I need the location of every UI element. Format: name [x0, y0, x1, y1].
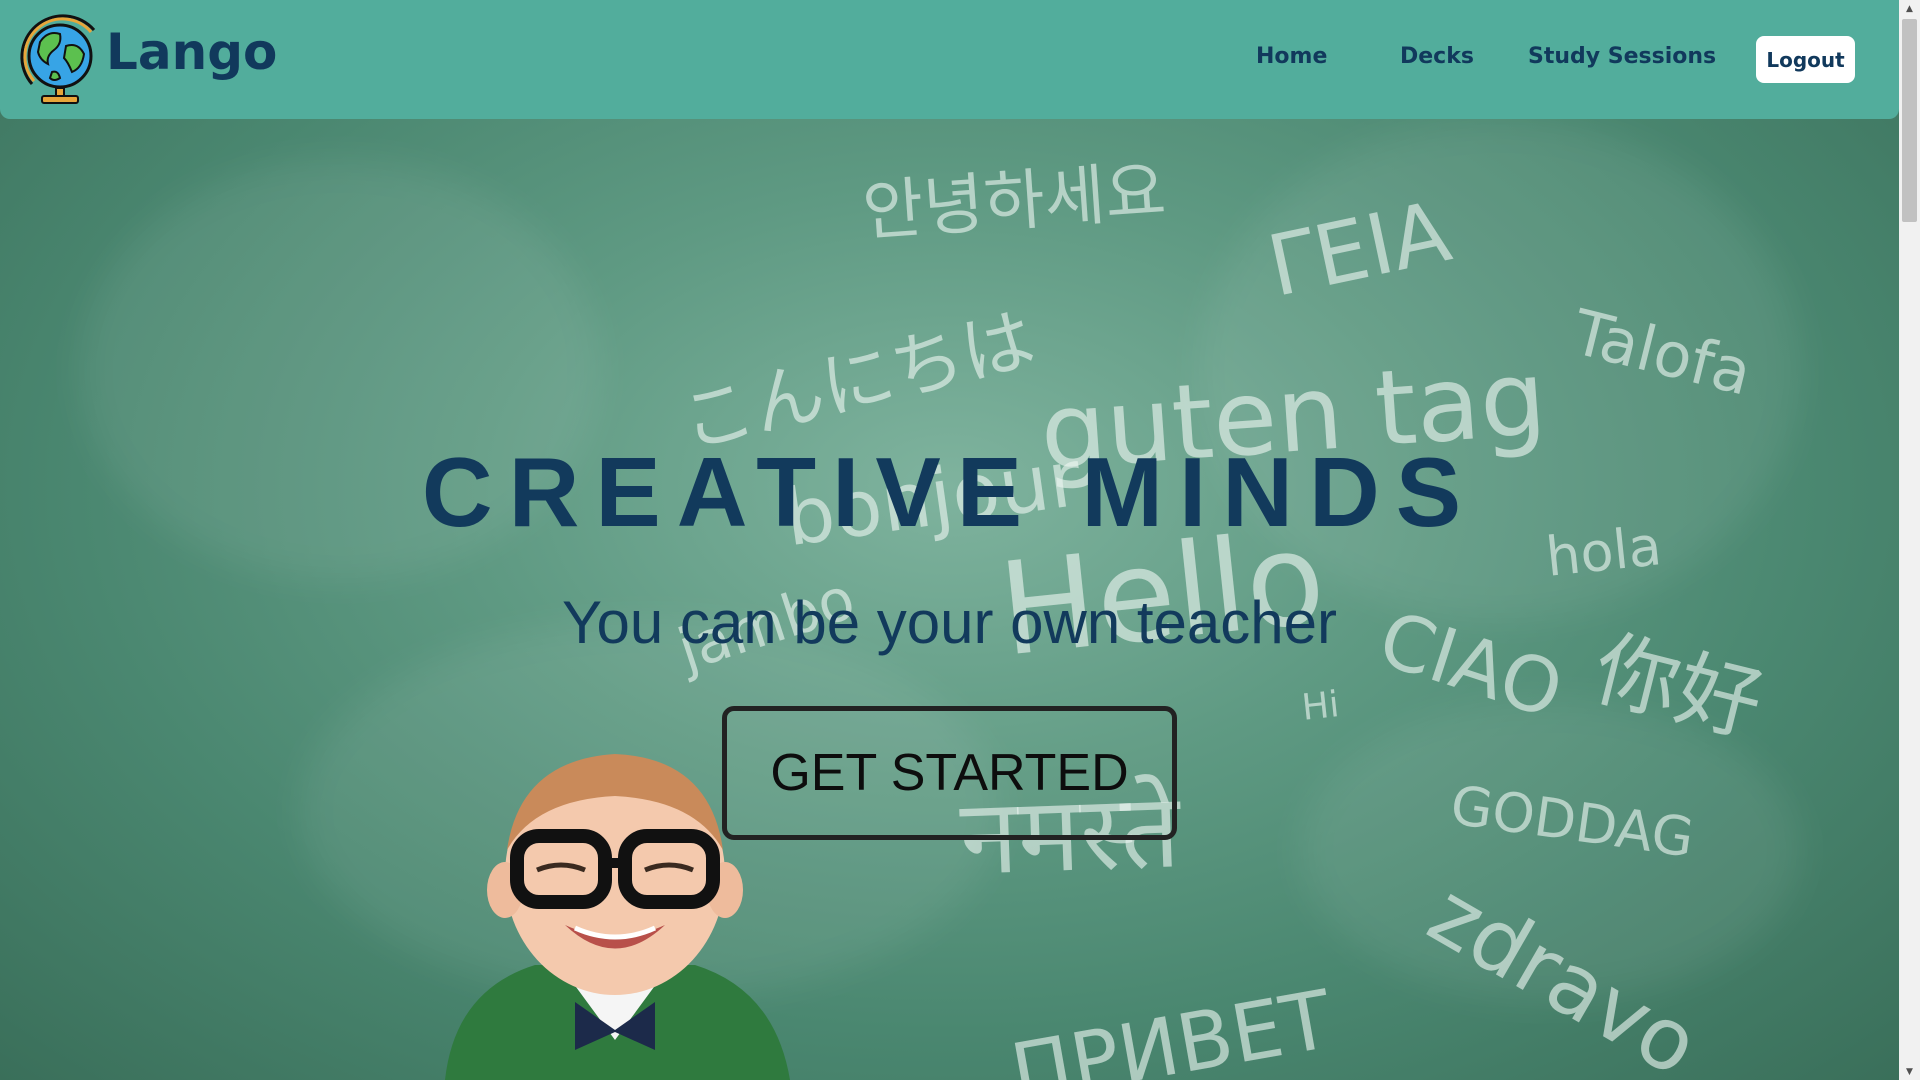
chalk-word-korean: 안녕하세요 — [860, 152, 1169, 251]
get-started-button[interactable]: GET STARTED — [722, 706, 1177, 840]
chalk-word-russian: ПРИВЕТ — [1004, 972, 1339, 1080]
brand-logo[interactable]: Lango — [18, 12, 277, 106]
scroll-up-arrow-icon[interactable]: ▲ — [1899, 0, 1920, 17]
globe-icon — [20, 14, 96, 104]
nav-link-decks[interactable]: Decks — [1400, 44, 1474, 69]
chalk-word-hi: Hi — [1299, 684, 1342, 729]
brand-name: Lango — [106, 23, 278, 81]
top-navbar: Lango Home Decks Study Sessions Logout — [0, 0, 1899, 119]
nav-link-study-sessions[interactable]: Study Sessions — [1528, 44, 1716, 69]
hero-subtitle: You can be your own teacher — [562, 589, 1337, 656]
scrollbar-thumb[interactable] — [1902, 19, 1917, 222]
scroll-down-arrow-icon[interactable]: ▼ — [1899, 1063, 1920, 1080]
hero-title: CREATIVE MINDS — [421, 437, 1478, 547]
logout-button[interactable]: Logout — [1756, 36, 1855, 83]
nav-link-home[interactable]: Home — [1256, 44, 1327, 69]
vertical-scrollbar[interactable]: ▲ ▼ — [1899, 0, 1920, 1080]
